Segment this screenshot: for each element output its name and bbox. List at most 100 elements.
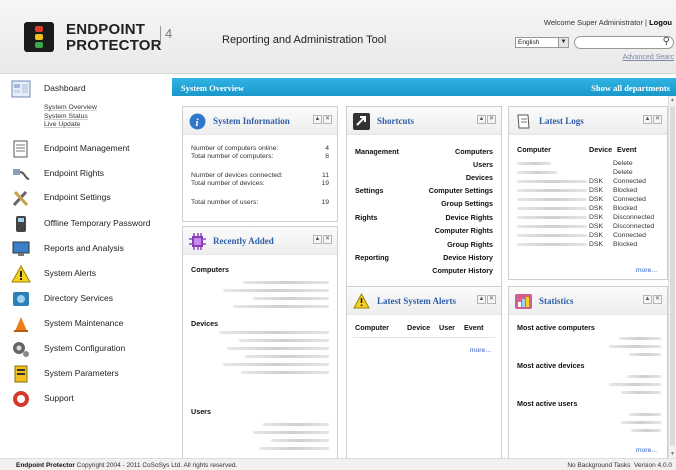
- sidebar-item-endpoint-settings[interactable]: Endpoint Settings: [0, 186, 172, 210]
- search-icon[interactable]: ⚲: [663, 36, 670, 47]
- subnav-system-overview[interactable]: System Overview: [44, 104, 97, 113]
- close-icon[interactable]: ✕: [653, 295, 662, 304]
- column-header-event: Event: [464, 323, 484, 332]
- shortcut-link[interactable]: Computer Rights: [435, 226, 493, 235]
- redacted-computer: [517, 198, 587, 201]
- shortcut-link[interactable]: Users: [473, 160, 493, 169]
- info-label: Number of devices connected:: [191, 172, 283, 179]
- shortcut-link[interactable]: Device Rights: [445, 213, 493, 222]
- sidebar-item-reports-and-analysis[interactable]: Reports and Analysis: [0, 237, 172, 261]
- statistics-chart-icon: [515, 294, 532, 309]
- log-device: DSK: [589, 187, 603, 194]
- shortcut-link[interactable]: Device History: [443, 253, 493, 262]
- content-scrollbar[interactable]: ▲ ▼: [668, 96, 676, 458]
- tool-title: Reporting and Administration Tool: [222, 34, 387, 46]
- sidebar-item-system-parameters[interactable]: System Parameters: [0, 362, 172, 386]
- sidebar-item-directory-services[interactable]: Directory Services: [0, 287, 172, 311]
- close-icon[interactable]: ✕: [323, 115, 332, 124]
- logs-more-link[interactable]: more...: [636, 267, 657, 274]
- scroll-thumb[interactable]: [670, 106, 675, 446]
- column-header-device: Device: [589, 145, 613, 154]
- system-information-panel: i System Information ▲ ✕ Number of comput…: [182, 106, 338, 222]
- column-header-event: Event: [617, 145, 637, 154]
- endpoint-settings-icon: [12, 190, 29, 207]
- redacted-entry: [631, 429, 661, 432]
- brand-line-2: PROTECTOR: [66, 37, 162, 54]
- close-icon[interactable]: ✕: [323, 235, 332, 244]
- column-header-computer: Computer: [355, 323, 389, 332]
- panel-controls: ▲ ✕: [476, 295, 496, 304]
- scroll-down-icon[interactable]: ▼: [669, 450, 676, 458]
- redacted-computer: [517, 207, 587, 210]
- redacted-computer: [517, 162, 551, 165]
- chevron-down-icon[interactable]: ▼: [558, 38, 568, 47]
- panel-header: Latest Logs ▲ ✕: [509, 107, 667, 135]
- close-icon[interactable]: ✕: [487, 115, 496, 124]
- advanced-search-link[interactable]: Advanced Searc: [623, 54, 674, 61]
- sidebar-item-label: System Maintenance: [44, 318, 124, 328]
- info-icon: i: [189, 113, 206, 130]
- collapse-icon[interactable]: ▲: [313, 235, 322, 244]
- collapse-icon[interactable]: ▲: [313, 115, 322, 124]
- column-header-device: Device: [407, 323, 431, 332]
- collapse-icon[interactable]: ▲: [643, 295, 652, 304]
- shortcut-link[interactable]: Computer History: [432, 266, 493, 275]
- section-heading: Computers: [191, 265, 229, 274]
- panel-controls: ▲ ✕: [642, 295, 662, 304]
- sidebar-item-system-maintenance[interactable]: System Maintenance: [0, 312, 172, 336]
- redacted-computer: [517, 189, 587, 192]
- shortcut-arrow-icon: [353, 113, 370, 130]
- welcome-bar: Welcome Super Administrator | Logou: [543, 18, 672, 27]
- shortcut-link[interactable]: Computer Settings: [429, 186, 493, 195]
- collapse-icon[interactable]: ▲: [477, 295, 486, 304]
- shortcut-link[interactable]: Group Settings: [441, 199, 493, 208]
- log-event: Delete: [613, 160, 633, 167]
- statistics-more-link[interactable]: more...: [636, 447, 657, 454]
- panel-header: Recently Added ▲ ✕: [183, 227, 337, 255]
- alerts-more-link[interactable]: more...: [470, 347, 491, 354]
- logout-link[interactable]: Logou: [649, 18, 672, 27]
- overview-bar: System Overview Show all departments: [172, 78, 676, 96]
- version-text: Version 4.0.0: [634, 462, 672, 469]
- shortcut-link[interactable]: Computers: [455, 147, 493, 156]
- latest-system-alerts-panel: Latest System Alerts ▲ ✕ Computer Device …: [346, 286, 502, 458]
- show-all-departments-link[interactable]: Show all departments: [591, 83, 670, 93]
- shortcut-link[interactable]: Group Rights: [447, 240, 493, 249]
- language-select[interactable]: English ▼: [515, 37, 569, 48]
- sidebar-item-label: Reports and Analysis: [44, 243, 124, 253]
- redacted-entry: [621, 391, 661, 394]
- redacted-entry: [609, 345, 661, 348]
- shortcut-link[interactable]: Devices: [466, 173, 493, 182]
- panel-controls: ▲ ✕: [476, 115, 496, 124]
- redacted-entry: [219, 331, 329, 334]
- scroll-up-icon[interactable]: ▲: [669, 96, 676, 104]
- sidebar-item-label: Endpoint Management: [44, 143, 130, 153]
- close-icon[interactable]: ✕: [653, 115, 662, 124]
- shortcut-group-label: Reporting: [355, 253, 389, 262]
- sidebar-item-system-alerts[interactable]: System Alerts: [0, 262, 172, 286]
- panel-header: Latest System Alerts ▲ ✕: [347, 287, 501, 315]
- subnav-live-update[interactable]: Live Update: [44, 121, 97, 130]
- panel-header: Shortcuts ▲ ✕: [347, 107, 501, 135]
- search-input[interactable]: ⚲: [574, 36, 674, 49]
- redacted-entry: [253, 297, 329, 300]
- footer-status: No Background Tasks Version 4.0.0: [567, 462, 672, 469]
- sidebar-item-offline-temporary-password[interactable]: Offline Temporary Password: [0, 212, 172, 236]
- sidebar-item-endpoint-rights[interactable]: Endpoint Rights: [0, 162, 172, 186]
- redacted-entry: [621, 421, 661, 424]
- collapse-icon[interactable]: ▲: [477, 115, 486, 124]
- sidebar-item-endpoint-management[interactable]: Endpoint Management: [0, 137, 172, 161]
- subnav-system-status[interactable]: System Status: [44, 113, 97, 122]
- panel-header: Statistics ▲ ✕: [509, 287, 667, 315]
- log-device: DSK: [589, 223, 603, 230]
- sidebar-item-system-configuration[interactable]: System Configuration: [0, 337, 172, 361]
- close-icon[interactable]: ✕: [487, 295, 496, 304]
- recently-added-panel: Recently Added ▲ ✕ Computers Devices User…: [182, 226, 338, 458]
- log-event: Blocked: [613, 187, 638, 194]
- sidebar-item-support[interactable]: Support: [0, 387, 172, 411]
- info-label: Total number of computers:: [191, 153, 274, 160]
- sidebar-item-dashboard[interactable]: Dashboard: [0, 77, 172, 101]
- log-device: DSK: [589, 214, 603, 221]
- redacted-entry: [223, 289, 329, 292]
- collapse-icon[interactable]: ▲: [643, 115, 652, 124]
